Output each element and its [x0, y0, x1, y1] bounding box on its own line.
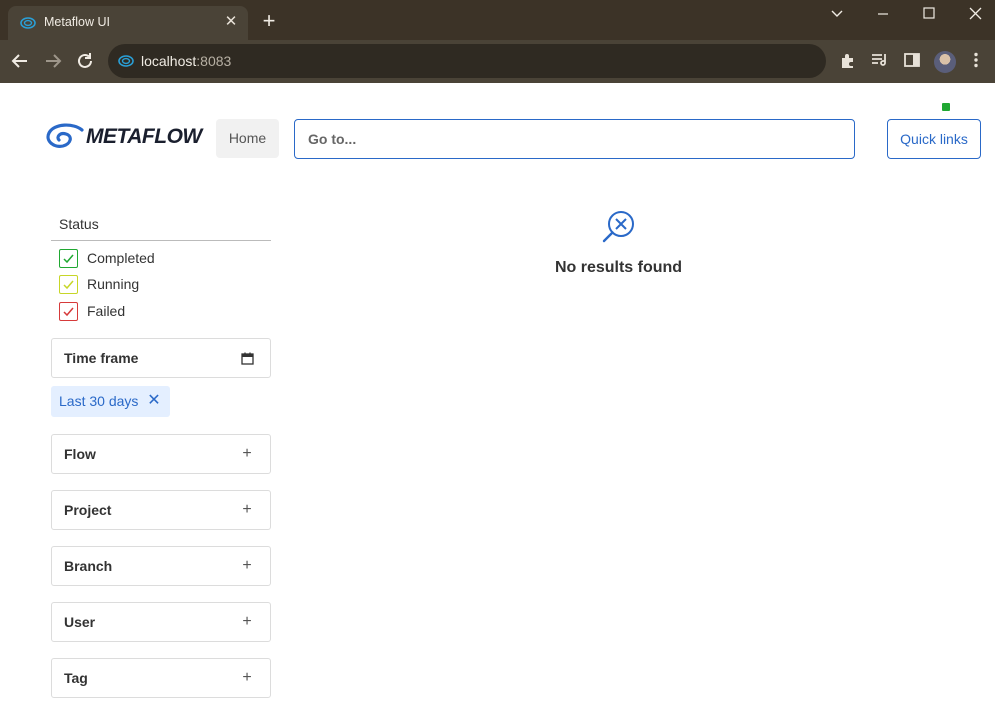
browser-toolbar: localhost:8083 — [0, 40, 995, 83]
checkmark-icon — [63, 280, 74, 290]
address-bar[interactable]: localhost:8083 — [108, 44, 826, 78]
logo-text: METAFLOW — [86, 125, 202, 148]
metaflow-logo[interactable]: METAFLOW — [46, 123, 202, 151]
site-info-icon[interactable] — [118, 54, 134, 68]
failed-label: Failed — [87, 303, 126, 319]
completed-checkbox[interactable] — [59, 249, 78, 268]
user-filter-label: User — [64, 614, 96, 630]
more-menu-icon[interactable] — [966, 52, 986, 72]
status-running-option[interactable]: Running — [59, 275, 259, 295]
tab-search-chevron-down-icon[interactable] — [814, 2, 860, 24]
search-no-results-icon — [602, 211, 634, 243]
branch-filter[interactable]: Branch + — [51, 546, 271, 586]
new-tab-icon[interactable]: + — [258, 10, 280, 33]
status-failed-option[interactable]: Failed — [59, 302, 259, 322]
url-text: localhost:8083 — [141, 53, 231, 69]
failed-checkbox[interactable] — [59, 302, 78, 321]
reload-icon[interactable] — [74, 50, 96, 72]
plus-icon[interactable]: + — [240, 614, 254, 630]
side-panel-icon[interactable] — [902, 52, 922, 72]
completed-label: Completed — [87, 250, 155, 266]
media-control-icon[interactable] — [870, 52, 890, 72]
tag-filter-label: Tag — [64, 670, 88, 686]
minimize-icon[interactable] — [860, 2, 906, 24]
time-frame-chip[interactable]: Last 30 days ✕ — [51, 386, 170, 417]
running-checkbox[interactable] — [59, 275, 78, 294]
extensions-icon[interactable] — [838, 52, 858, 72]
project-filter[interactable]: Project + — [51, 490, 271, 530]
flow-filter-label: Flow — [64, 446, 96, 462]
checkmark-icon — [63, 254, 74, 264]
chip-close-icon[interactable]: ✕ — [147, 392, 161, 410]
tab-close-icon[interactable]: ✕ — [222, 13, 240, 31]
back-arrow-icon[interactable] — [9, 50, 31, 72]
plus-icon[interactable]: + — [240, 558, 254, 574]
window-close-icon[interactable] — [952, 2, 995, 24]
checkmark-icon — [63, 307, 74, 317]
status-completed-option[interactable]: Completed — [59, 249, 259, 269]
browser-title-bar: Metaflow UI ✕ + — [0, 0, 995, 40]
maximize-icon[interactable] — [906, 2, 952, 24]
plus-icon[interactable]: + — [240, 502, 254, 518]
project-filter-label: Project — [64, 502, 112, 518]
branch-filter-label: Branch — [64, 558, 113, 574]
goto-search-input[interactable] — [294, 119, 855, 159]
profile-avatar[interactable] — [934, 51, 956, 73]
user-filter[interactable]: User + — [51, 602, 271, 642]
status-filter-title: Status — [59, 216, 99, 232]
home-button[interactable]: Home — [216, 119, 279, 158]
empty-state-message: No results found — [554, 259, 683, 276]
plus-icon[interactable]: + — [240, 446, 254, 462]
metaflow-logo-icon — [46, 123, 84, 148]
browser-tab[interactable]: Metaflow UI ✕ — [8, 6, 248, 40]
time-frame-chip-label: Last 30 days — [59, 393, 139, 409]
tab-title: Metaflow UI — [44, 15, 110, 29]
status-filter-header: Status — [51, 209, 271, 241]
quick-links-button[interactable]: Quick links — [887, 119, 981, 159]
tag-filter[interactable]: Tag + — [51, 658, 271, 698]
url-port: :8083 — [196, 53, 232, 69]
time-frame-label: Time frame — [64, 350, 139, 366]
plus-icon[interactable]: + — [240, 670, 254, 686]
time-frame-filter[interactable]: Time frame — [51, 338, 271, 378]
flow-filter[interactable]: Flow + — [51, 434, 271, 474]
metaflow-favicon-icon — [20, 17, 36, 29]
url-host: localhost — [141, 53, 197, 69]
forward-arrow-icon[interactable] — [42, 50, 64, 72]
calendar-icon[interactable] — [240, 350, 254, 366]
connection-status-indicator — [942, 103, 950, 111]
running-label: Running — [87, 276, 140, 292]
page-content: METAFLOW Home Quick links Status Complet… — [0, 83, 995, 717]
